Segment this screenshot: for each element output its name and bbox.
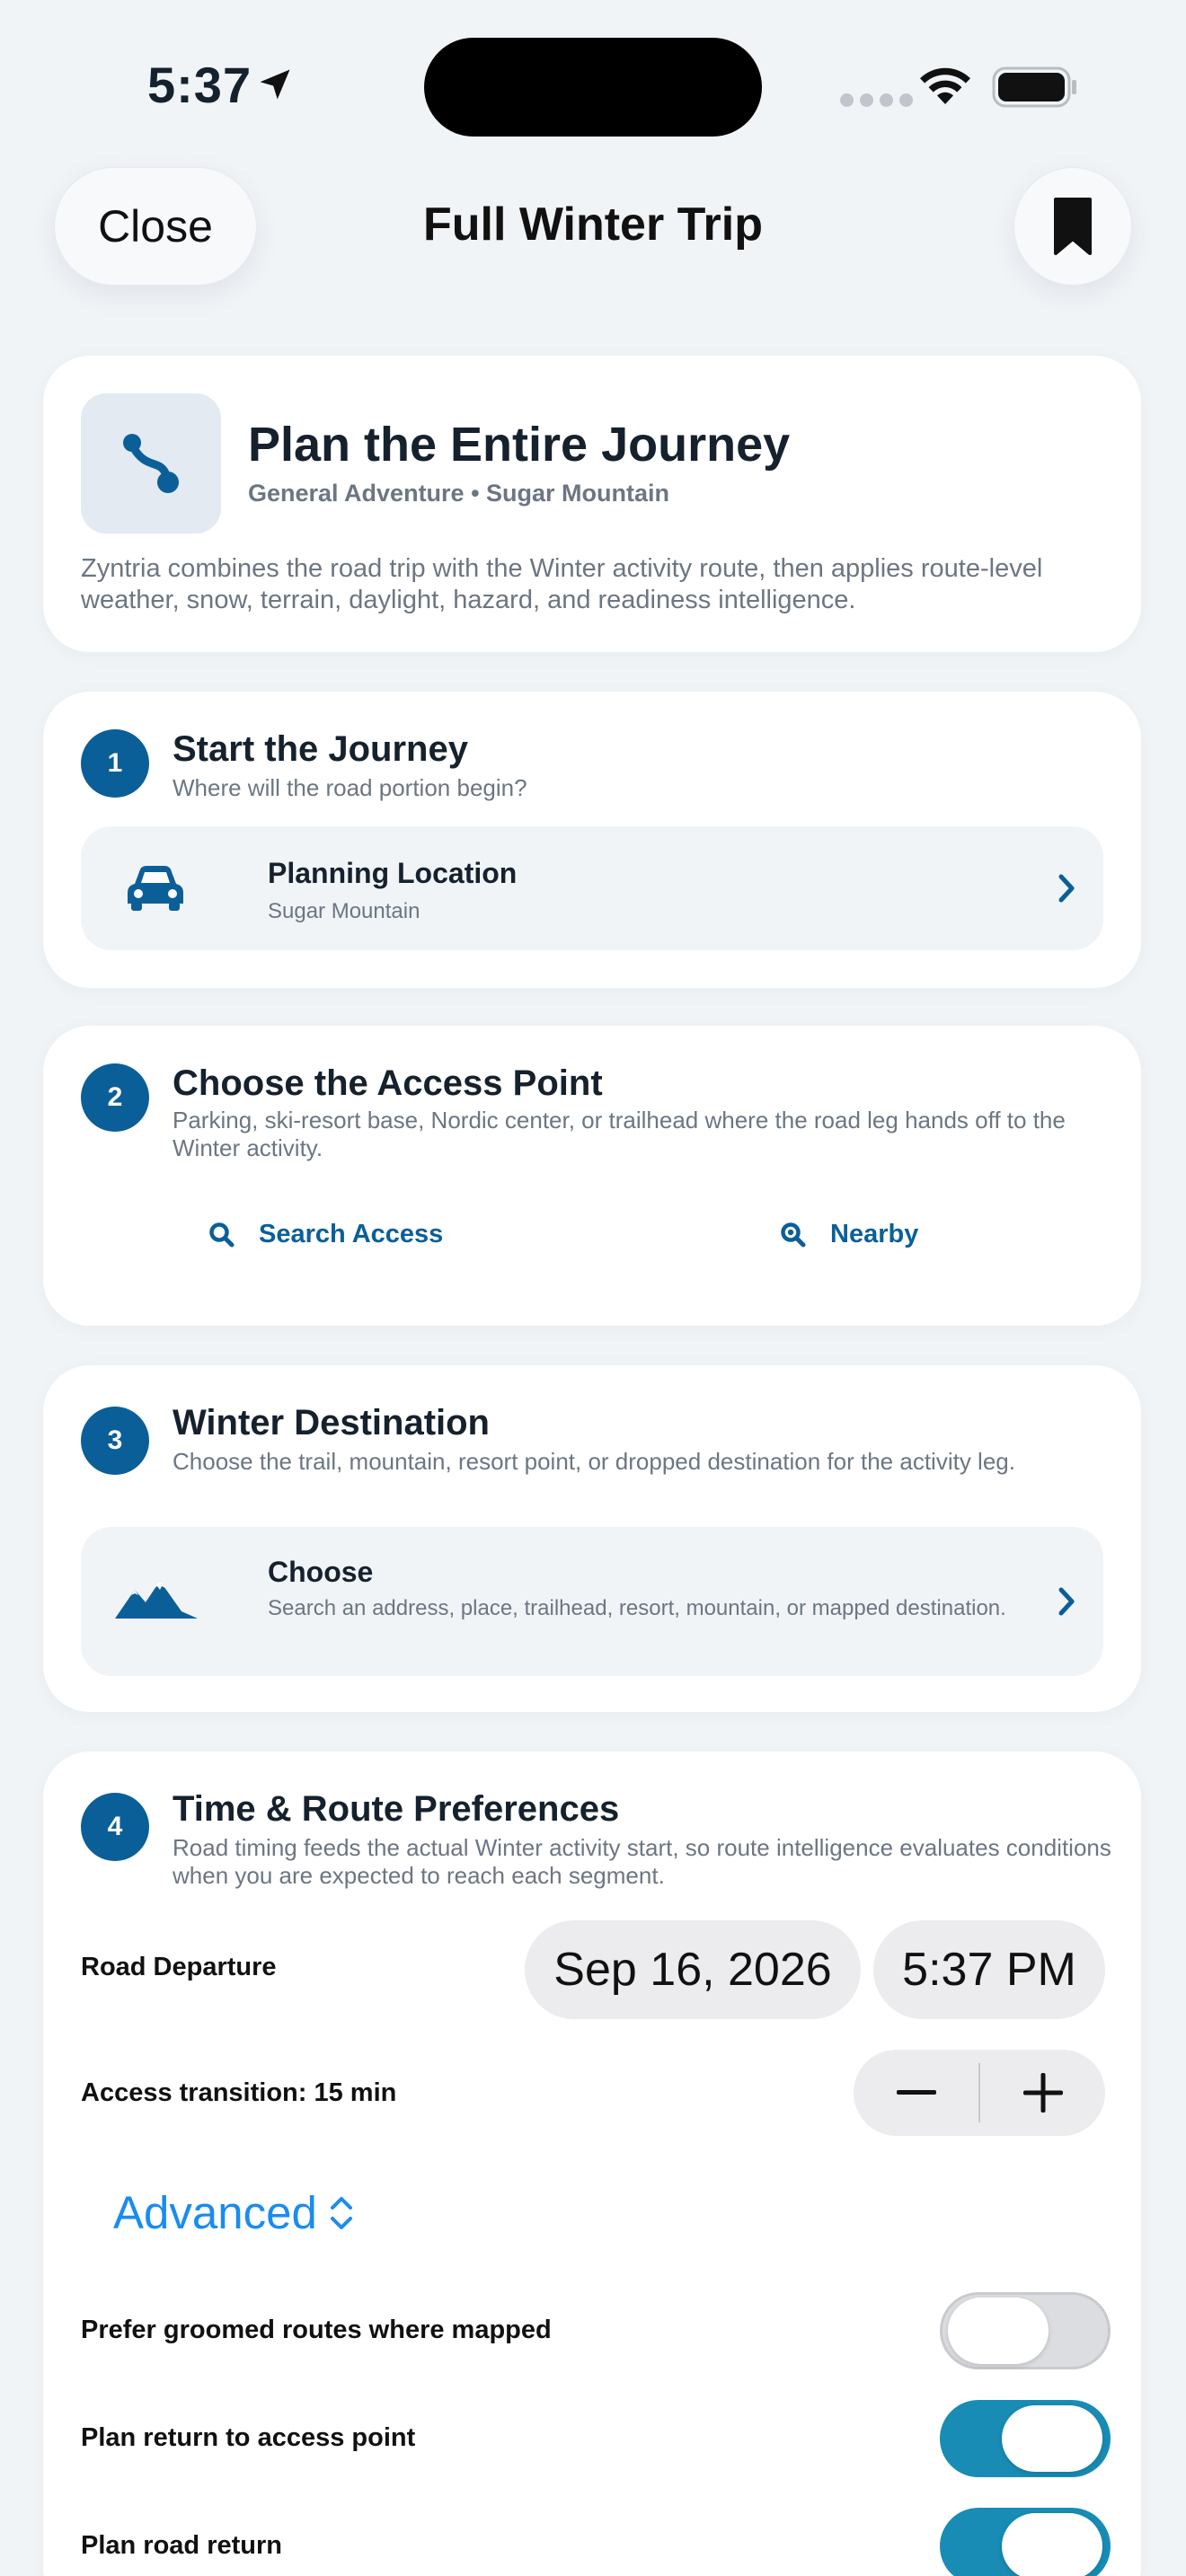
toggle-label: Plan return to access point <box>81 2423 416 2452</box>
battery-icon <box>992 66 1076 108</box>
access-transition-label: Access transition: 15 min <box>81 2078 397 2107</box>
step-subtitle: Road timing feeds the actual Winter acti… <box>173 1834 1111 1889</box>
hero-subtitle: General Adventure • Sugar Mountain <box>248 480 670 507</box>
hero-description: Zyntria combines the road trip with the … <box>81 554 1043 614</box>
road-departure-label: Road Departure <box>81 1953 277 1981</box>
row-subtitle: Search an address, place, trailhead, res… <box>268 1596 1006 1620</box>
status-time: 5:37 <box>147 57 252 113</box>
step-number-badge: 1 <box>81 729 149 798</box>
advanced-menu-button[interactable]: Advanced <box>113 2186 355 2239</box>
bookmark-button[interactable] <box>1013 167 1132 286</box>
step-number-badge: 4 <box>81 1793 149 1861</box>
step-title: Winter Destination <box>173 1403 490 1442</box>
step-subtitle: Where will the road portion begin? <box>173 774 527 801</box>
advanced-label: Advanced <box>113 2187 317 2238</box>
wifi-icon <box>920 67 970 104</box>
toggle-label: Prefer groomed routes where mapped <box>81 2316 552 2344</box>
step-title: Choose the Access Point <box>173 1063 603 1103</box>
return-to-access-toggle[interactable] <box>940 2400 1111 2477</box>
step-access-card: 2 Choose the Access Point Parking, ski-r… <box>43 1026 1141 1326</box>
cellular-signal-icon <box>840 93 913 107</box>
dynamic-island <box>424 38 762 137</box>
step-number-badge: 2 <box>81 1063 149 1132</box>
chevron-right-icon <box>1058 874 1075 903</box>
step-number-badge: 3 <box>81 1407 149 1475</box>
step-destination-card: 3 Winter Destination Choose the trail, m… <box>43 1365 1141 1712</box>
search-access-button[interactable]: Search Access <box>208 1220 443 1249</box>
plus-icon <box>1022 2073 1063 2113</box>
row-title: Choose <box>268 1556 374 1588</box>
row-title: Planning Location <box>268 857 518 889</box>
toggle-knob <box>1002 2513 1102 2576</box>
nearby-button[interactable]: Nearby <box>780 1220 918 1249</box>
step-subtitle: Choose the trail, mountain, resort point… <box>173 1448 1015 1475</box>
chevron-right-icon <box>1058 1587 1075 1616</box>
route-icon-tile <box>81 393 221 534</box>
journey-overview-card: Plan the Entire Journey General Adventur… <box>43 356 1141 652</box>
screen: 5:37 Close Full Winter Trip Plan the Ent… <box>0 0 1186 2576</box>
toggle-knob <box>948 2298 1049 2364</box>
mountains-icon <box>115 1581 198 1619</box>
step-start-card: 1 Start the Journey Where will the road … <box>43 692 1141 988</box>
departure-time-picker[interactable]: 5:37 PM <box>873 1920 1105 2019</box>
groomed-routes-toggle[interactable] <box>940 2292 1111 2369</box>
nearby-label: Nearby <box>830 1220 919 1248</box>
step-title: Time & Route Preferences <box>173 1789 620 1829</box>
toggle-knob <box>1002 2405 1102 2472</box>
close-button[interactable]: Close <box>54 167 257 286</box>
bookmark-icon <box>1054 198 1092 255</box>
car-icon <box>128 866 183 911</box>
departure-date-picker[interactable]: Sep 16, 2026 <box>525 1920 861 2019</box>
increment-button[interactable] <box>980 2050 1105 2136</box>
hero-title: Plan the Entire Journey <box>248 418 791 472</box>
toggle-label: Plan road return <box>81 2531 282 2560</box>
step-title: Start the Journey <box>173 729 468 769</box>
minus-icon <box>896 2090 936 2095</box>
nearby-search-icon <box>781 1222 806 1247</box>
page-title: Full Winter Trip <box>423 198 763 251</box>
planning-location-row[interactable]: Planning Location Sugar Mountain <box>81 826 1103 950</box>
route-icon <box>123 434 179 493</box>
search-access-label: Search Access <box>259 1220 444 1248</box>
row-subtitle: Sugar Mountain <box>268 899 420 923</box>
step-subtitle: Parking, ski-resort base, Nordic center,… <box>173 1107 1066 1161</box>
search-icon <box>209 1222 235 1247</box>
chevron-up-down-icon <box>330 2196 352 2229</box>
location-arrow-icon <box>260 69 290 100</box>
decrement-button[interactable] <box>854 2050 978 2136</box>
step-preferences-card: 4 Time & Route Preferences Road timing f… <box>43 1751 1141 2576</box>
choose-destination-row[interactable]: Choose Search an address, place, trailhe… <box>81 1527 1103 1676</box>
road-return-toggle[interactable] <box>940 2508 1111 2576</box>
access-transition-stepper <box>854 2050 1105 2136</box>
